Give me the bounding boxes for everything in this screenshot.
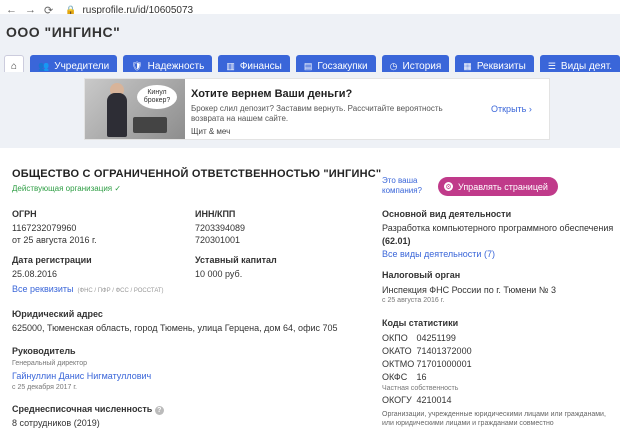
shield-check-icon: 🛡 [131, 60, 143, 71]
history-icon: ◷ [389, 60, 398, 71]
users-icon: 👥 [38, 60, 50, 71]
code-value: 16 [416, 372, 427, 382]
code-okfs: ОКФС 16 [382, 372, 427, 382]
activity-value: Разработка компьютерного программного об… [382, 223, 614, 233]
list-icon: ☰ [547, 60, 556, 71]
ad-open-label: Открыть [491, 104, 527, 114]
code-value: 71701000001 [416, 359, 472, 369]
head-label: Руководитель [12, 346, 76, 356]
manage-page-button[interactable]: ⚙ Управлять страницей [438, 177, 558, 196]
ad-title: Хотите вернем Ваши деньги? [191, 88, 353, 100]
code-key: ОКПО [382, 333, 408, 343]
ad-speech-bubble: Кинул брокер? [137, 85, 177, 109]
code-key: ОКАТО [382, 346, 412, 356]
employees-label: Среднесписочная численность ? [12, 404, 164, 415]
gear-icon: ⚙ [444, 182, 453, 191]
code-key: ОКОГУ [382, 395, 412, 405]
info-icon[interactable]: ? [154, 406, 164, 415]
head-since: с 25 декабря 2017 г. [12, 384, 77, 391]
address-label: Юридический адрес [12, 309, 103, 319]
kpp-value: 720301001 [195, 235, 241, 245]
tab-label: Финансы [239, 60, 282, 72]
codes-label: Коды статистики [382, 318, 459, 328]
code-value: 4210014 [416, 395, 452, 405]
status-badge: Действующая организация ✓ [12, 184, 121, 193]
tab-label: Реквизиты [476, 60, 526, 72]
company-header: ООО "ИНГИНС" ⌂ 👥 Учредители 🛡 Надежность ▥… [0, 14, 620, 77]
ad-text: Брокер слил депозит? Заставим вернуть. Р… [191, 104, 443, 123]
chevron-right-icon: › [528, 104, 532, 114]
ad-area: Кинул брокер? Хотите вернем Ваши деньги?… [0, 72, 620, 148]
head-name-link[interactable]: Гайнуллин Данис Нигматуллович [12, 371, 151, 381]
bar-chart-icon: ▥ [226, 60, 235, 71]
tax-label: Налоговый орган [382, 270, 461, 280]
manage-question-line-1: Это ваша [382, 176, 418, 185]
ogrn-label: ОГРН [12, 209, 37, 219]
ogrn-value: 1167232079960 [12, 223, 77, 233]
manage-question-line-2: компания? [382, 186, 422, 195]
ad-laptop [133, 117, 167, 133]
manage-question[interactable]: Это ваша компания? [382, 176, 422, 196]
home-icon: ⌂ [10, 60, 18, 72]
inn-kpp-label: ИНН/КПП [195, 209, 236, 219]
ad-banner[interactable]: Кинул брокер? Хотите вернем Ваши деньги?… [84, 78, 550, 140]
all-requisites-link[interactable]: Все реквизиты (ФНС / ПФР / ФСС / РОССТАТ) [12, 284, 164, 294]
employees-label-text: Среднесписочная численность [12, 404, 153, 414]
okfs-note: Частная собственность [382, 385, 459, 392]
capital-value: 10 000 руб. [195, 269, 243, 279]
ad-open-link[interactable]: Открыть › [491, 104, 532, 114]
company-title: ОБЩЕСТВО С ОГРАНИЧЕННОЙ ОТВЕТСТВЕННОСТЬЮ… [12, 168, 382, 180]
company-card: ОБЩЕСТВО С ОГРАНИЧЕННОЙ ОТВЕТСТВЕННОСТЬЮ… [0, 154, 620, 434]
ad-person [107, 93, 127, 137]
code-key: ОКТМО [382, 359, 415, 369]
requisites-note: (ФНС / ПФР / ФСС / РОССТАТ) [77, 288, 164, 294]
okogu-note: Организации, учрежденные юридическими ли… [382, 411, 606, 427]
all-requisites-label: Все реквизиты [12, 284, 74, 294]
capital-label: Уставный капитал [195, 255, 277, 265]
tab-label: Учредители [54, 60, 110, 72]
activity-code: (62.01) [382, 236, 411, 246]
document-icon: ▦ [463, 60, 472, 71]
inn-value: 7203394089 [195, 223, 246, 233]
tab-label: Надежность [147, 60, 205, 72]
address-value: 625000, Тюменская область, город Тюмень,… [12, 323, 338, 333]
tab-label: Виды деят. [560, 60, 613, 72]
code-oktmo: ОКТМО 71701000001 [382, 359, 472, 369]
all-activities-link[interactable]: Все виды деятельности (7) [382, 249, 495, 259]
tax-since: с 25 августа 2016 г. [382, 297, 445, 304]
ad-image: Кинул брокер? [85, 79, 185, 139]
manage-page-label: Управлять страницей [458, 181, 548, 192]
tab-label: История [402, 60, 442, 72]
code-okpo: ОКПО 04251199 [382, 333, 456, 343]
check-circle-icon: ✓ [114, 184, 122, 193]
tab-label: Госзакупки [317, 60, 368, 72]
status-text: Действующая организация [12, 184, 113, 193]
tax-value: Инспекция ФНС России по г. Тюмени № 3 [382, 285, 556, 295]
code-value: 04251199 [416, 333, 456, 343]
company-short-title: ООО "ИНГИНС" [6, 24, 121, 40]
ogrn-date: от 25 августа 2016 г. [12, 235, 97, 245]
head-role: Генеральный директор [12, 360, 88, 367]
employees-value: 8 сотрудников (2019) [12, 418, 100, 428]
ad-brand: Щит & меч [191, 127, 231, 136]
code-key: ОКФС [382, 372, 408, 382]
activity-label: Основной вид деятельности [382, 209, 512, 219]
tender-icon: ▤ [303, 60, 313, 71]
reg-date-value: 25.08.2016 [12, 269, 58, 279]
code-okogu: ОКОГУ 4210014 [382, 395, 452, 405]
code-value: 71401372000 [416, 346, 472, 356]
reg-date-label: Дата регистрации [12, 255, 92, 265]
code-okato: ОКАТО 71401372000 [382, 346, 472, 356]
